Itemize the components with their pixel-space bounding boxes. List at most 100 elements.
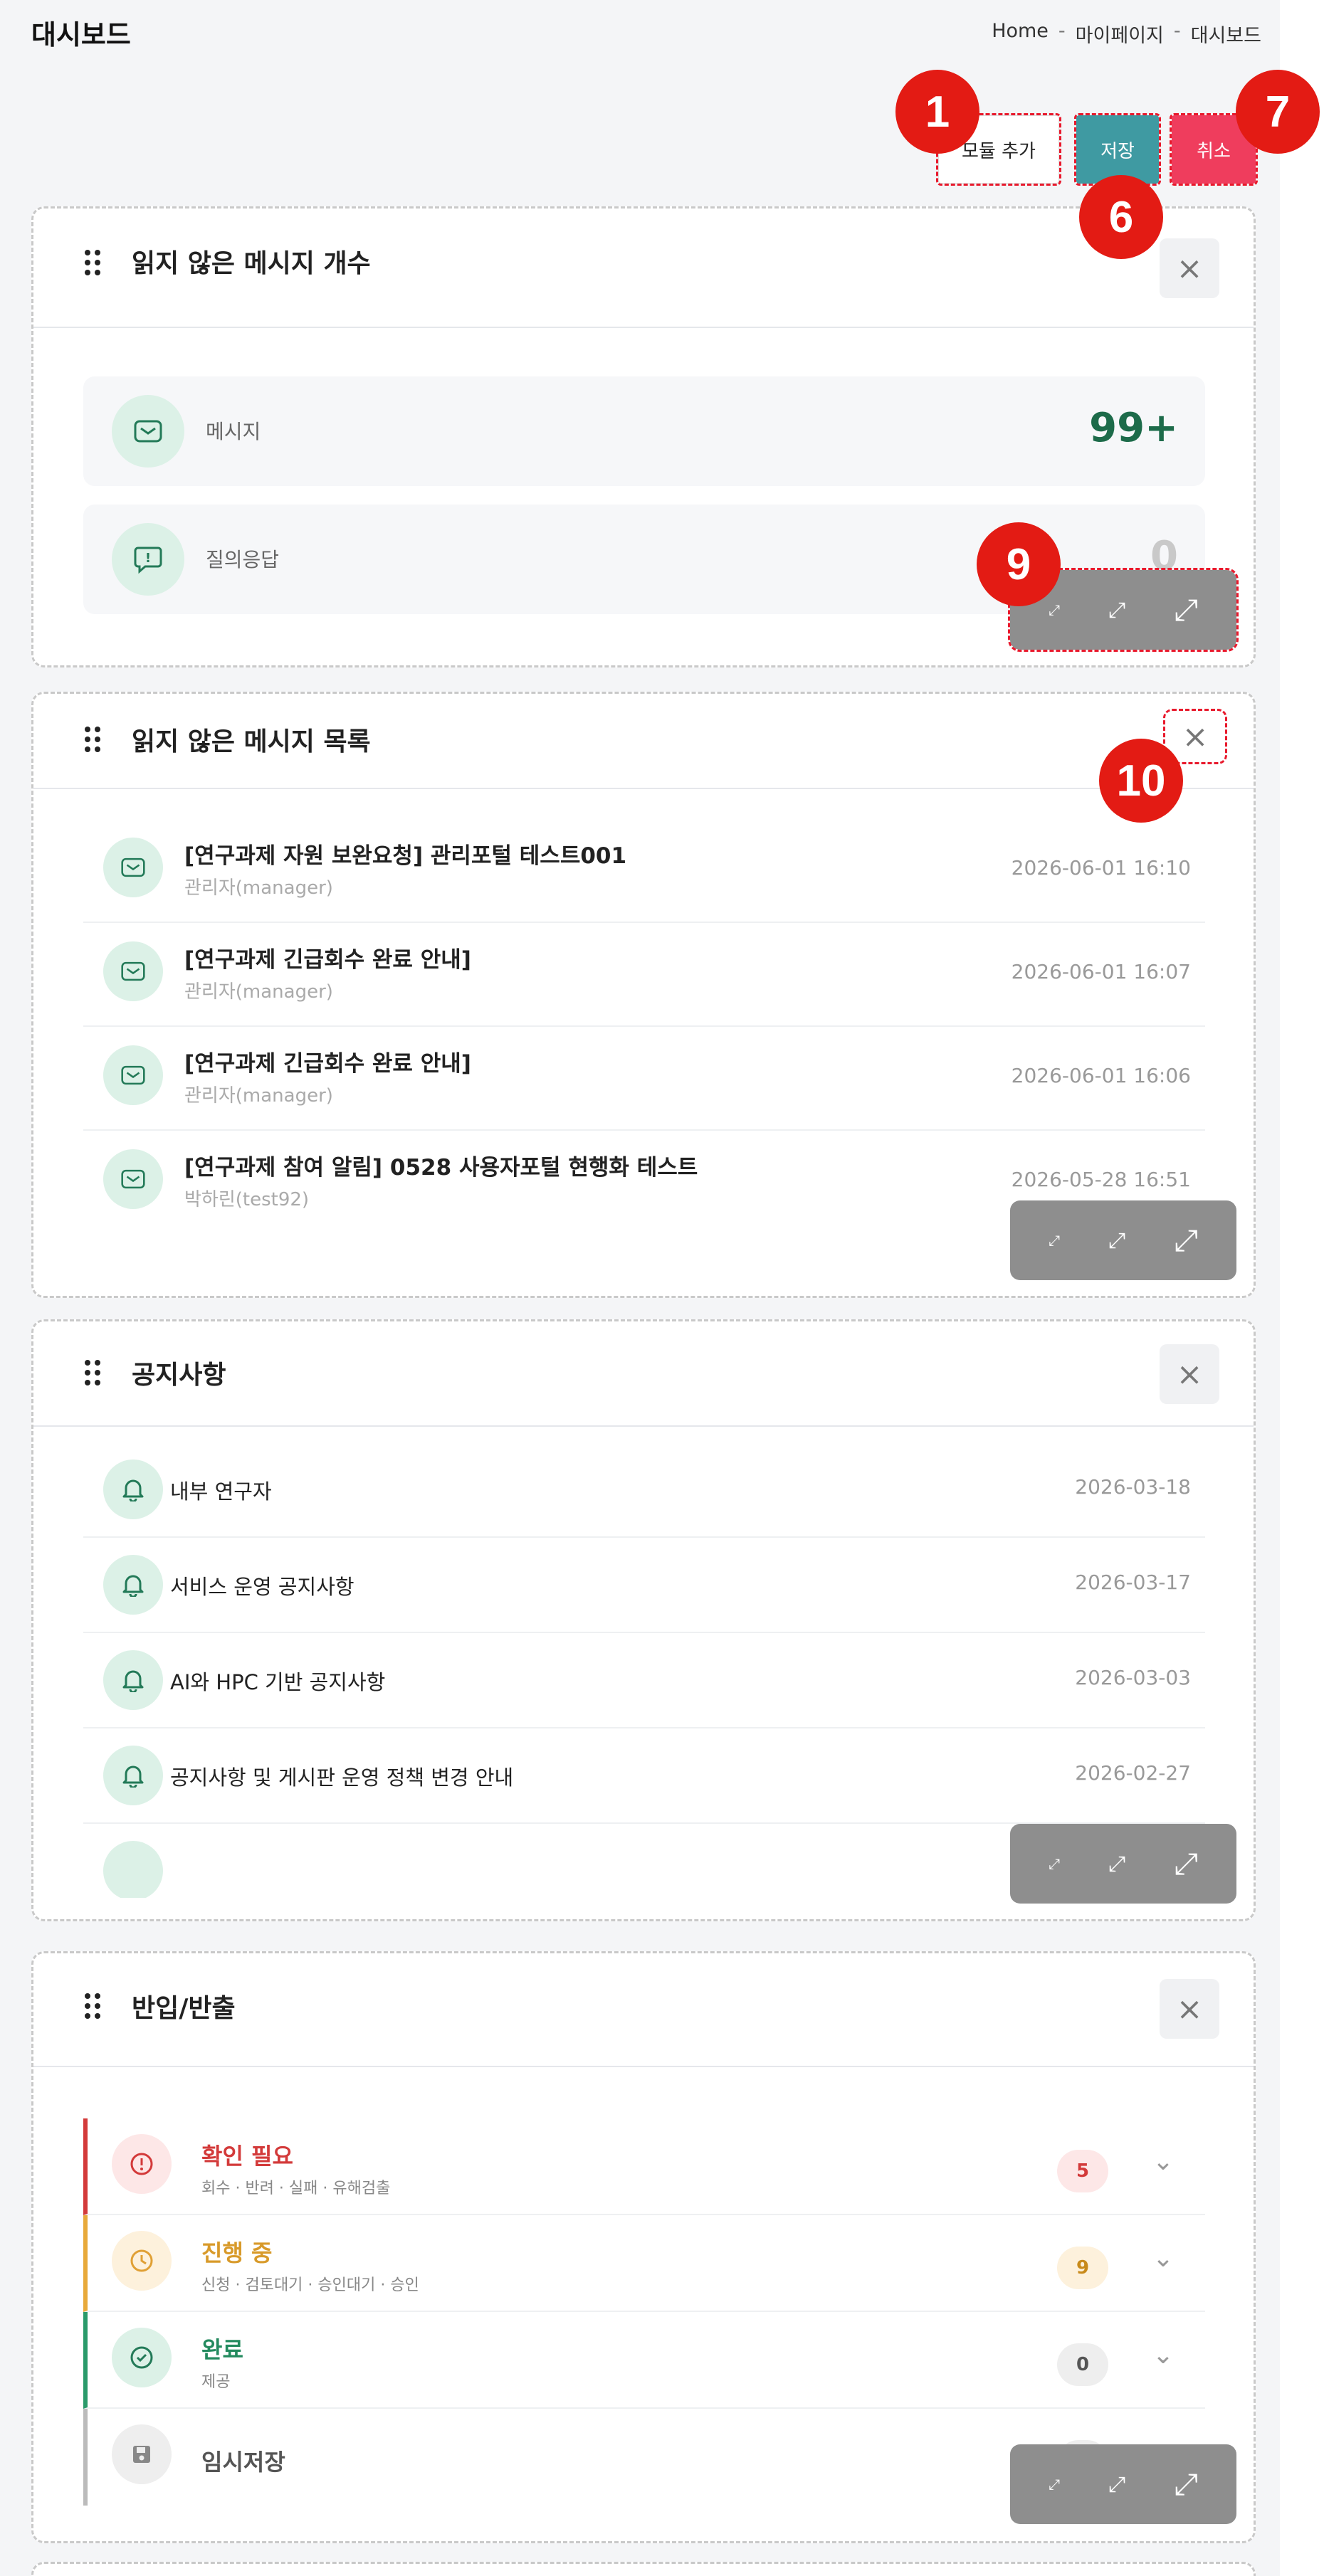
- card-title: 공지사항: [132, 1361, 226, 1390]
- alert-icon: [112, 2134, 172, 2194]
- resize-large-icon[interactable]: ⤢: [1174, 2466, 1198, 2502]
- question-bubble-icon: !: [112, 523, 184, 596]
- status-subtitle: 신청 · 검토대기 · 승인대기 · 승인: [201, 2276, 419, 2294]
- resize-large-icon[interactable]: ⤢: [1174, 1846, 1198, 1881]
- resize-controls: ⤢ ⤢ ⤢: [1010, 1200, 1236, 1280]
- resize-medium-icon[interactable]: ⤢: [1108, 2472, 1125, 2497]
- notice-date: 2026-02-27: [1075, 1761, 1191, 1785]
- mail-icon: [103, 838, 163, 897]
- bell-icon: [103, 1841, 163, 1898]
- resize-small-icon[interactable]: ⤢: [1049, 601, 1060, 618]
- annotation-marker-9: 9: [977, 522, 1061, 606]
- mail-icon: [112, 395, 184, 468]
- notice-title: 공지사항 및 게시판 운영 정책 변경 안내: [170, 1765, 514, 1790]
- message-row[interactable]: [연구과제 자원 보완요청] 관리포털 테스트001 관리자(manager) …: [83, 819, 1205, 923]
- drag-handle-icon[interactable]: [85, 1993, 103, 2022]
- status-row-needs-check[interactable]: 확인 필요 회수 · 반려 · 실패 · 유해검출 5 ⌄: [83, 2118, 1205, 2215]
- bell-icon: [103, 1650, 163, 1710]
- breadcrumb-mypage[interactable]: 마이페이지: [1076, 20, 1164, 48]
- message-sender: 관리자(manager): [184, 877, 333, 899]
- status-title: 확인 필요: [201, 2143, 293, 2170]
- close-icon[interactable]: ×: [1160, 238, 1219, 298]
- breadcrumb-home[interactable]: Home: [992, 20, 1049, 48]
- notice-row[interactable]: 서비스 운영 공지사항 2026-03-17: [83, 1538, 1205, 1633]
- count-item-message[interactable]: 메시지 99+: [83, 376, 1205, 486]
- annotation-marker-6: 6: [1079, 175, 1163, 259]
- resize-large-icon[interactable]: ⤢: [1174, 592, 1198, 628]
- annotation-marker-1: 1: [895, 70, 979, 154]
- message-title: [연구과제 긴급회수 완료 안내]: [184, 1051, 471, 1077]
- notice-title: 내부 연구자: [170, 1479, 272, 1504]
- status-count-badge: 0: [1057, 2343, 1108, 2386]
- drag-handle-icon[interactable]: [85, 1360, 103, 1388]
- chevron-down-icon[interactable]: ⌄: [1152, 2340, 1174, 2370]
- message-title: [연구과제 참여 알림] 0528 사용자포털 현행화 테스트: [184, 1155, 698, 1181]
- status-title: 완료: [201, 2336, 243, 2363]
- breadcrumb: Home - 마이페이지 - 대시보드: [992, 20, 1261, 48]
- svg-text:!: !: [145, 551, 151, 566]
- notice-row[interactable]: 내부 연구자 2026-03-18: [83, 1442, 1205, 1538]
- bell-icon: [103, 1555, 163, 1615]
- message-date: 2026-06-01 16:07: [1011, 960, 1191, 983]
- card-header: 읽지 않은 메시지 개수 ×: [33, 208, 1254, 328]
- message-row[interactable]: [연구과제 긴급회수 완료 안내] 관리자(manager) 2026-06-0…: [83, 923, 1205, 1027]
- breadcrumb-dashboard: 대시보드: [1190, 25, 1261, 47]
- status-title: 진행 중: [201, 2239, 273, 2266]
- count-label: 메시지: [206, 420, 261, 443]
- message-sender: 박하린(test92): [184, 1189, 310, 1210]
- card-title: 읽지 않은 메시지 목록: [132, 727, 371, 756]
- message-row[interactable]: [연구과제 긴급회수 완료 안내] 관리자(manager) 2026-06-0…: [83, 1027, 1205, 1131]
- status-row-complete[interactable]: 완료 제공 0 ⌄: [83, 2312, 1205, 2409]
- status-row-in-progress[interactable]: 진행 중 신청 · 검토대기 · 승인대기 · 승인 9 ⌄: [83, 2215, 1205, 2312]
- resize-small-icon[interactable]: ⤢: [1049, 1855, 1060, 1872]
- check-circle-icon: [112, 2328, 172, 2387]
- mail-icon: [103, 941, 163, 1001]
- clock-icon: [112, 2231, 172, 2291]
- bell-icon: [103, 1746, 163, 1805]
- card-unread-count: 읽지 않은 메시지 개수 × 메시지 99+ ! 질의응답 0 ⤢ ⤢ ⤢: [31, 206, 1256, 667]
- card-header: 읽지 않은 메시지 목록 ×: [33, 694, 1254, 789]
- notice-title: 서비스 운영 공지사항: [170, 1575, 354, 1599]
- drag-handle-icon[interactable]: [85, 727, 103, 755]
- message-date: 2026-05-28 16:51: [1011, 1168, 1191, 1191]
- card-inout: 반입/반출 × 확인 필요 회수 · 반려 · 실패 · 유해검출 5 ⌄ 진행…: [31, 1951, 1256, 2543]
- resize-medium-icon[interactable]: ⤢: [1108, 1852, 1125, 1876]
- close-icon[interactable]: ×: [1160, 1344, 1219, 1404]
- drag-handle-icon[interactable]: [85, 250, 103, 278]
- save-button[interactable]: 저장: [1074, 113, 1161, 186]
- close-icon[interactable]: ×: [1160, 1979, 1219, 2039]
- status-subtitle: 회수 · 반려 · 실패 · 유해검출: [201, 2180, 391, 2197]
- resize-small-icon[interactable]: ⤢: [1049, 1232, 1060, 1249]
- resize-medium-icon[interactable]: ⤢: [1108, 598, 1125, 623]
- message-date: 2026-06-01 16:10: [1011, 856, 1191, 880]
- card-notices: 공지사항 × 내부 연구자 2026-03-18 서비스 운영 공지사항 202…: [31, 1319, 1256, 1921]
- card-unread-list: 읽지 않은 메시지 목록 × [연구과제 자원 보완요청] 관리포털 테스트00…: [31, 692, 1256, 1298]
- resize-medium-icon[interactable]: ⤢: [1108, 1228, 1125, 1253]
- notice-date: 2026-03-03: [1075, 1666, 1191, 1689]
- resize-small-icon[interactable]: ⤢: [1049, 2476, 1060, 2493]
- resize-controls: ⤢ ⤢ ⤢: [1010, 1824, 1236, 1904]
- bell-icon: [103, 1459, 163, 1519]
- count-value: 99+: [1089, 405, 1178, 451]
- message-title: [연구과제 자원 보완요청] 관리포털 테스트001: [184, 843, 627, 869]
- page-header: 대시보드 Home - 마이페이지 - 대시보드: [0, 0, 1324, 64]
- status-count-badge: 5: [1057, 2150, 1108, 2192]
- resize-controls: ⤢ ⤢ ⤢: [1010, 2444, 1236, 2524]
- status-title: 임시저장: [201, 2449, 285, 2476]
- message-list: [연구과제 자원 보완요청] 관리포털 테스트001 관리자(manager) …: [83, 819, 1205, 1235]
- resize-large-icon[interactable]: ⤢: [1174, 1223, 1198, 1258]
- card-header: 반입/반출 ×: [33, 1953, 1254, 2067]
- chevron-down-icon[interactable]: ⌄: [1152, 2244, 1174, 2273]
- right-strip: [1280, 0, 1324, 2576]
- notice-title: AI와 HPC 기반 공지사항: [170, 1670, 386, 1694]
- mail-icon: [103, 1045, 163, 1105]
- notice-row[interactable]: 공지사항 및 게시판 운영 정책 변경 안내 2026-02-27: [83, 1728, 1205, 1824]
- card-title: 반입/반출: [132, 1994, 236, 2023]
- status-count-badge: 9: [1057, 2247, 1108, 2289]
- chevron-down-icon[interactable]: ⌄: [1152, 2147, 1174, 2176]
- notice-date: 2026-03-18: [1075, 1475, 1191, 1499]
- card-title: 읽지 않은 메시지 개수: [132, 249, 371, 278]
- notice-date: 2026-03-17: [1075, 1571, 1191, 1594]
- annotation-marker-7: 7: [1236, 70, 1320, 154]
- notice-row[interactable]: AI와 HPC 기반 공지사항 2026-03-03: [83, 1633, 1205, 1728]
